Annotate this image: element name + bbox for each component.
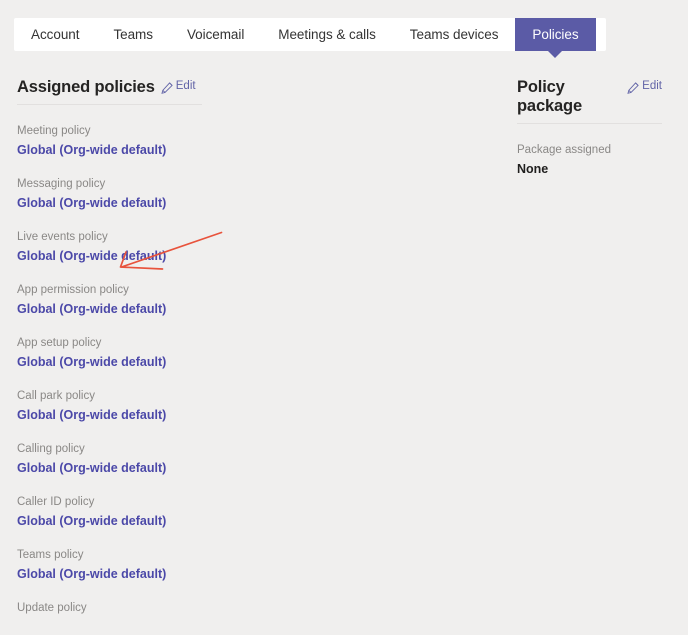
policy-item: Calling policy Global (Org-wide default) (17, 442, 202, 476)
policy-label: Call park policy (17, 389, 202, 404)
pencil-icon (627, 82, 639, 94)
policy-package-title: Policy package (517, 78, 621, 116)
policy-label: Update policy (17, 601, 202, 616)
policy-label: Meeting policy (17, 124, 202, 139)
tab-meetings-calls[interactable]: Meetings & calls (261, 18, 393, 51)
active-tab-pointer (548, 51, 562, 58)
assigned-policies-title: Assigned policies (17, 78, 155, 97)
policy-value[interactable]: Global (Org-wide default) (17, 248, 202, 264)
tab-list: AccountTeamsVoicemailMeetings & callsTea… (14, 18, 606, 51)
policy-item: App setup policy Global (Org-wide default… (17, 336, 202, 370)
policy-label: Live events policy (17, 230, 202, 245)
policy-package-section: Policy package Edit Package assigned None (517, 78, 662, 196)
policy-item: Meeting policy Global (Org-wide default) (17, 124, 202, 158)
policy-item: Update policy (17, 601, 202, 616)
edit-assigned-policies-button[interactable]: Edit (161, 80, 196, 92)
tab-bar: AccountTeamsVoicemailMeetings & callsTea… (14, 18, 606, 51)
edit-assigned-policies-label: Edit (176, 80, 196, 92)
policy-value[interactable]: Global (Org-wide default) (17, 460, 202, 476)
policy-label: Teams policy (17, 548, 202, 563)
policy-label: Caller ID policy (17, 495, 202, 510)
assigned-policies-section: Assigned policies Edit Meeting policy Glo… (17, 78, 202, 635)
policy-value[interactable]: Global (Org-wide default) (17, 513, 202, 529)
tab-voicemail[interactable]: Voicemail (170, 18, 261, 51)
policy-label: Messaging policy (17, 177, 202, 192)
edit-policy-package-button[interactable]: Edit (627, 80, 662, 92)
policy-item: Call park policy Global (Org-wide default… (17, 389, 202, 423)
policy-item: Caller ID policy Global (Org-wide default… (17, 495, 202, 529)
policy-package-list: Package assigned None (517, 143, 662, 177)
policy-item: Messaging policy Global (Org-wide default… (17, 177, 202, 211)
policy-label: Package assigned (517, 143, 662, 158)
policy-value[interactable]: Global (Org-wide default) (17, 195, 202, 211)
tab-teams-devices[interactable]: Teams devices (393, 18, 516, 51)
policy-label: Calling policy (17, 442, 202, 457)
tab-policies[interactable]: Policies (515, 18, 595, 51)
tab-teams[interactable]: Teams (96, 18, 170, 51)
policy-value[interactable]: Global (Org-wide default) (17, 142, 202, 158)
policy-value: None (517, 161, 662, 177)
policy-value[interactable]: Global (Org-wide default) (17, 354, 202, 370)
policy-package-header: Policy package Edit (517, 78, 662, 124)
policy-item: Live events policy Global (Org-wide defau… (17, 230, 202, 264)
pencil-icon (161, 82, 173, 94)
policy-value[interactable]: Global (Org-wide default) (17, 407, 202, 423)
policy-value[interactable]: Global (Org-wide default) (17, 301, 202, 317)
policy-label: App setup policy (17, 336, 202, 351)
policy-item: App permission policy Global (Org-wide de… (17, 283, 202, 317)
policy-item: Package assigned None (517, 143, 662, 177)
assigned-policies-list: Meeting policyGlobal (Org-wide default)M… (17, 124, 202, 616)
policy-value[interactable]: Global (Org-wide default) (17, 566, 202, 582)
policy-item: Teams policy Global (Org-wide default) (17, 548, 202, 582)
assigned-policies-header: Assigned policies Edit (17, 78, 202, 105)
tab-usage[interactable]: Usage (596, 18, 606, 51)
policy-label: App permission policy (17, 283, 202, 298)
edit-policy-package-label: Edit (642, 80, 662, 92)
tab-account[interactable]: Account (14, 18, 96, 51)
